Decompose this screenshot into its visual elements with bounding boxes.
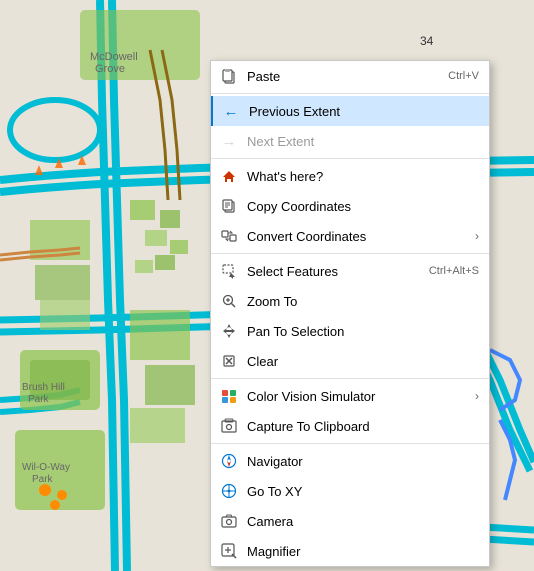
separator-2	[211, 158, 489, 159]
magnifier-label: Magnifier	[247, 544, 479, 559]
paste-icon	[219, 66, 239, 86]
svg-text:McDowell: McDowell	[90, 51, 138, 63]
magnifier-icon	[219, 541, 239, 561]
convert-icon	[219, 226, 239, 246]
whats-here-label: What's here?	[247, 169, 479, 184]
svg-text:Park: Park	[32, 474, 54, 485]
menu-item-pan-to-selection[interactable]: Pan To Selection	[211, 316, 489, 346]
menu-item-zoom-to[interactable]: Zoom To	[211, 286, 489, 316]
zoom-to-label: Zoom To	[247, 294, 479, 309]
svg-text:Wil-O-Way: Wil-O-Way	[22, 462, 70, 473]
svg-text:34: 34	[420, 34, 434, 48]
zoom-icon	[219, 291, 239, 311]
forward-arrow-icon: →	[219, 131, 239, 151]
menu-item-color-vision[interactable]: Color Vision Simulator ›	[211, 381, 489, 411]
menu-item-go-to-xy[interactable]: Go To XY	[211, 476, 489, 506]
menu-item-camera[interactable]: Camera	[211, 506, 489, 536]
menu-item-capture-clipboard[interactable]: Capture To Clipboard	[211, 411, 489, 441]
menu-item-previous-extent[interactable]: ← Previous Extent	[211, 96, 489, 126]
navigator-icon	[219, 451, 239, 471]
menu-item-navigator[interactable]: Navigator	[211, 446, 489, 476]
goto-xy-label: Go To XY	[247, 484, 479, 499]
menu-item-clear[interactable]: Clear	[211, 346, 489, 376]
clear-label: Clear	[247, 354, 479, 369]
goto-icon	[219, 481, 239, 501]
context-menu: Paste Ctrl+V ← Previous Extent → Next Ex…	[210, 60, 490, 567]
menu-item-magnifier[interactable]: Magnifier	[211, 536, 489, 566]
svg-text:Brush Hill: Brush Hill	[22, 382, 65, 393]
menu-item-paste[interactable]: Paste Ctrl+V	[211, 61, 489, 91]
select-features-label: Select Features	[247, 264, 419, 279]
menu-item-copy-coordinates[interactable]: Copy Coordinates	[211, 191, 489, 221]
separator-4	[211, 378, 489, 379]
pan-icon	[219, 321, 239, 341]
convert-coordinates-label: Convert Coordinates	[247, 229, 470, 244]
previous-extent-label: Previous Extent	[249, 104, 479, 119]
svg-text:Grove: Grove	[95, 63, 125, 75]
copy-coords-icon	[219, 196, 239, 216]
paste-shortcut: Ctrl+V	[448, 70, 479, 82]
house-icon	[219, 166, 239, 186]
vision-icon	[219, 386, 239, 406]
paste-label: Paste	[247, 69, 438, 84]
separator-3	[211, 253, 489, 254]
convert-arrow: ›	[475, 229, 479, 243]
menu-item-convert-coordinates[interactable]: Convert Coordinates ›	[211, 221, 489, 251]
camera-icon	[219, 511, 239, 531]
back-arrow-icon: ←	[221, 101, 241, 121]
menu-item-next-extent: → Next Extent	[211, 126, 489, 156]
navigator-label: Navigator	[247, 454, 479, 469]
select-shortcut: Ctrl+Alt+S	[429, 265, 479, 277]
separator-5	[211, 443, 489, 444]
camera-label: Camera	[247, 514, 479, 529]
select-icon	[219, 261, 239, 281]
copy-coordinates-label: Copy Coordinates	[247, 199, 479, 214]
separator-1	[211, 93, 489, 94]
menu-item-whats-here[interactable]: What's here?	[211, 161, 489, 191]
clear-icon	[219, 351, 239, 371]
pan-to-selection-label: Pan To Selection	[247, 324, 479, 339]
capture-clipboard-label: Capture To Clipboard	[247, 419, 479, 434]
next-extent-label: Next Extent	[247, 134, 479, 149]
color-vision-label: Color Vision Simulator	[247, 389, 470, 404]
color-vision-arrow: ›	[475, 389, 479, 403]
svg-text:Park: Park	[28, 394, 50, 405]
capture-icon	[219, 416, 239, 436]
menu-item-select-features[interactable]: Select Features Ctrl+Alt+S	[211, 256, 489, 286]
